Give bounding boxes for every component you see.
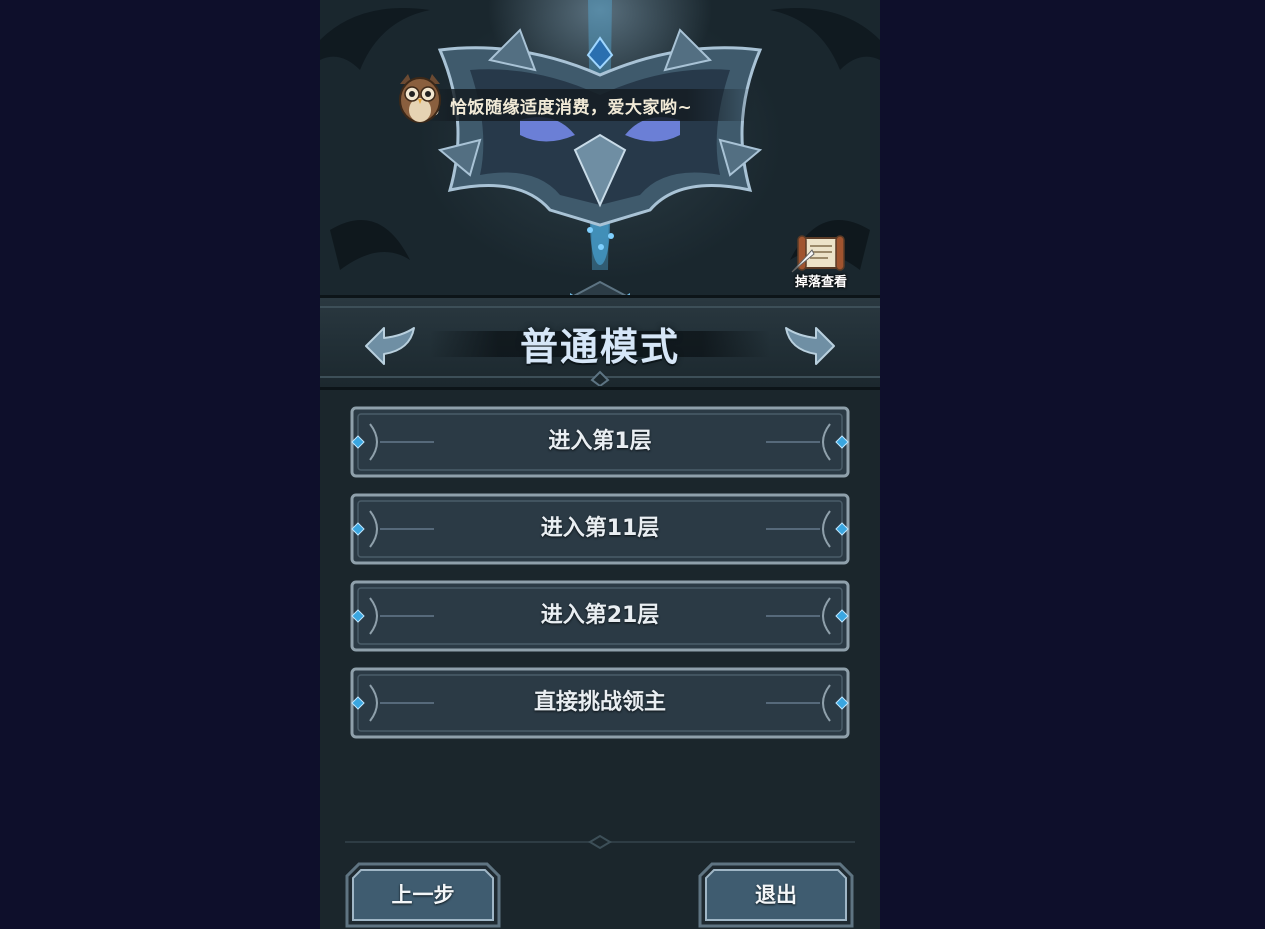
game-panel: 开，恰饭随缘适度消费，爱大家哟~ 掉落查看 普通模式 进入第1层 进入第11层 … [320, 0, 880, 929]
owl-mascot-icon [399, 74, 441, 123]
floor-button-label: 进入第11层 [540, 516, 660, 541]
exit-button[interactable]: 退出 [698, 862, 854, 928]
mode-selector: 普通模式 [320, 295, 880, 390]
enter-floor-11-button[interactable]: 进入第11层 [350, 493, 850, 565]
back-button[interactable]: 上一步 [345, 862, 501, 928]
mode-title: 普通模式 [519, 325, 680, 369]
exit-button-label: 退出 [755, 883, 797, 907]
section-divider [345, 834, 855, 850]
mode-bar-ornament [590, 370, 610, 386]
enter-floor-21-button[interactable]: 进入第21层 [350, 580, 850, 652]
announcement-marquee: 开，恰饭随缘适度消费，爱大家哟~ [415, 89, 755, 121]
floor-button-label: 直接挑战领主 [533, 690, 666, 715]
drop-view-button[interactable]: 掉落查看 [786, 234, 856, 294]
floor-button-label: 进入第21层 [540, 603, 660, 628]
drop-view-label: 掉落查看 [794, 275, 847, 290]
challenge-lord-button[interactable]: 直接挑战领主 [350, 667, 850, 739]
floor-button-label: 进入第1层 [548, 429, 652, 454]
announcement-text: 开，恰饭随缘适度消费，爱大家哟~ [415, 98, 693, 118]
enter-floor-1-button[interactable]: 进入第1层 [350, 406, 850, 478]
scroll-quill-icon [791, 235, 845, 273]
back-button-label: 上一步 [391, 883, 455, 907]
mode-bar-rail-top [320, 306, 880, 308]
boss-banner: 开，恰饭随缘适度消费，爱大家哟~ 掉落查看 [320, 0, 880, 300]
